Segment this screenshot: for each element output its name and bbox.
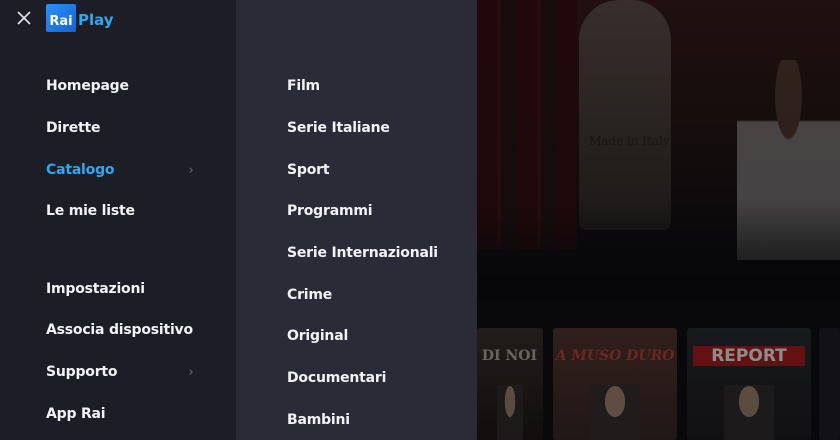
overlay-dim[interactable]: [477, 0, 840, 440]
nav-item-label: Supporto: [46, 364, 118, 380]
nav-item-label: Le mie liste: [46, 203, 135, 219]
nav-item-label: Dirette: [46, 120, 101, 136]
submenu-item-bambini[interactable]: Bambini: [287, 408, 350, 432]
nav-item-label: App Rai: [46, 406, 106, 422]
submenu-item-original[interactable]: Original: [287, 324, 348, 348]
nav-item-label: Associa dispositivo: [46, 322, 193, 338]
nav-item-le-mie-liste[interactable]: Le mie liste: [46, 199, 196, 223]
catalogo-submenu: Film Serie Italiane Sport Programmi Seri…: [236, 0, 477, 440]
submenu-item-crime[interactable]: Crime: [287, 283, 332, 307]
nav-item-homepage[interactable]: Homepage: [46, 74, 196, 98]
nav-item-supporto[interactable]: Supporto ›: [46, 360, 196, 384]
nav-item-dirette[interactable]: Dirette: [46, 116, 196, 140]
submenu-item-film[interactable]: Film: [287, 74, 320, 98]
submenu-item-serie-italiane[interactable]: Serie Italiane: [287, 116, 390, 140]
close-icon[interactable]: [14, 8, 34, 28]
submenu-item-serie-internazionali[interactable]: Serie Internazionali: [287, 241, 438, 265]
nav-item-catalogo[interactable]: Catalogo ›: [46, 158, 196, 182]
logo-rai-box: Rai: [46, 4, 76, 32]
chevron-right-icon: ›: [188, 364, 194, 380]
background-content: Made in Italy DI NOI A MUSO DURO REPORT: [477, 0, 840, 440]
chevron-right-icon: ›: [188, 162, 194, 178]
logo-play-text: Play: [78, 11, 114, 29]
submenu-item-programmi[interactable]: Programmi: [287, 199, 373, 223]
nav-item-impostazioni[interactable]: Impostazioni: [46, 277, 196, 301]
submenu-item-documentari[interactable]: Documentari: [287, 366, 386, 390]
nav-item-label: Homepage: [46, 78, 129, 94]
submenu-item-sport[interactable]: Sport: [287, 158, 330, 182]
raiplay-logo[interactable]: Rai Play: [46, 4, 114, 32]
nav-item-associa-dispositivo[interactable]: Associa dispositivo: [46, 318, 226, 342]
nav-item-app-rai[interactable]: App Rai: [46, 402, 196, 426]
nav-item-label: Catalogo: [46, 162, 115, 178]
nav-item-label: Impostazioni: [46, 281, 145, 297]
main-menu: Rai Play Homepage Dirette Catalogo › Le …: [0, 0, 236, 440]
